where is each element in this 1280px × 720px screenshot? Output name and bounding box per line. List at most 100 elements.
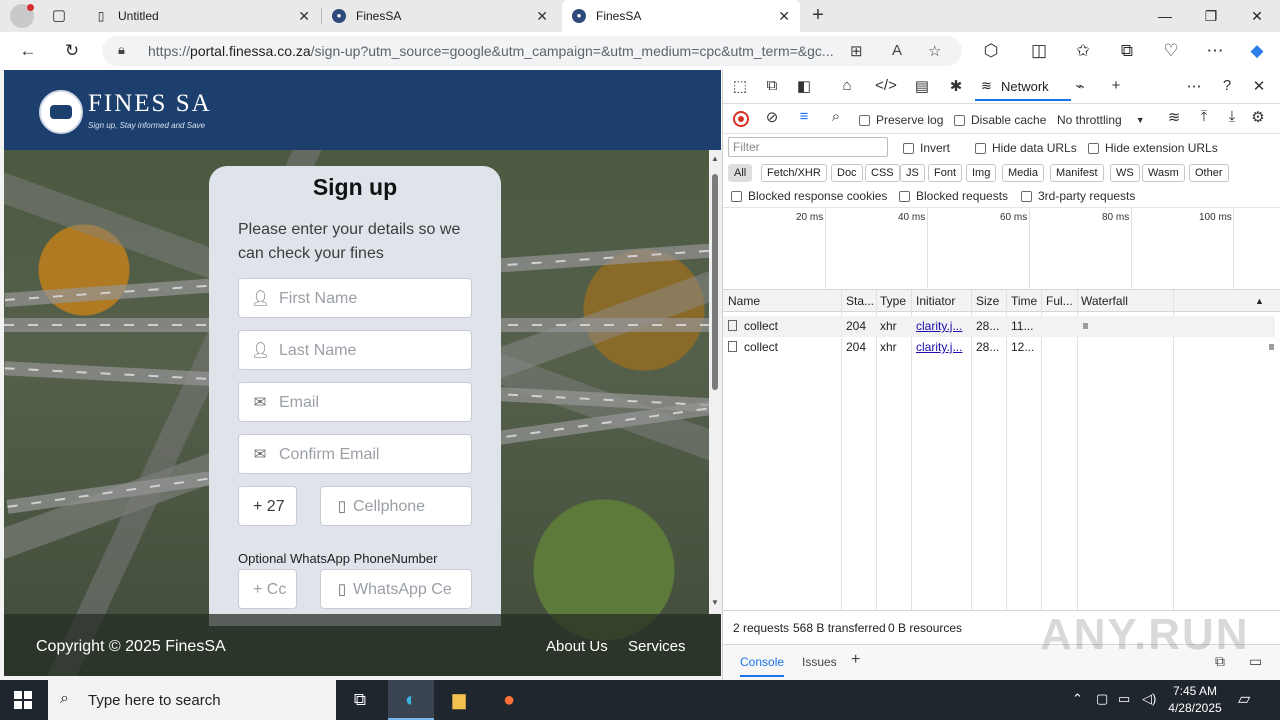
type-filter-wasm[interactable]: Wasm <box>1142 164 1185 182</box>
tab-actions-icon[interactable]: ▢ <box>48 6 70 26</box>
export-har-icon[interactable]: ⤓ <box>1221 108 1243 125</box>
tray-network-icon[interactable]: ▭ <box>1118 691 1130 707</box>
blocked-cookies-checkbox[interactable]: Blocked response cookies <box>731 189 887 203</box>
browser-essentials-icon[interactable]: ♡ <box>1158 39 1184 63</box>
site-logo-icon[interactable] <box>39 90 83 134</box>
address-bar[interactable]: 🔒︎ https://portal.finessa.co.za/sign-up?… <box>102 36 962 66</box>
more-options-icon[interactable]: ⋯ <box>1183 77 1205 95</box>
network-conditions-icon[interactable]: ≋ <box>1163 108 1185 126</box>
last-name-field[interactable]: 👤︎ Last Name <box>238 330 472 370</box>
collections-icon[interactable]: ⧉ <box>1114 39 1140 63</box>
url-text[interactable]: https://portal.finessa.co.za/sign-up?utm… <box>148 43 838 59</box>
close-icon[interactable]: ✕ <box>298 8 310 25</box>
type-filter-other[interactable]: Other <box>1189 164 1229 182</box>
notifications-icon[interactable]: ▱ <box>1238 689 1250 709</box>
taskbar-clock[interactable]: 7:45 AM 4/28/2025 <box>1160 683 1230 717</box>
type-filter-ws[interactable]: WS <box>1110 164 1140 182</box>
scroll-thumb[interactable] <box>712 174 718 390</box>
hide-data-urls-checkbox[interactable]: Hide data URLs <box>975 141 1077 155</box>
search-icon[interactable]: ⌕ <box>825 108 847 125</box>
lock-icon[interactable]: 🔒︎ <box>118 42 125 58</box>
edge-browser-icon[interactable]: ◐ <box>399 688 423 712</box>
back-arrow-icon[interactable]: ← <box>15 39 41 63</box>
footer-link-services[interactable]: Services <box>628 638 686 655</box>
preserve-log-checkbox[interactable]: Preserve log <box>859 113 943 127</box>
type-filter-fetch-xhr[interactable]: Fetch/XHR <box>761 164 827 182</box>
country-code-field[interactable]: + 27 <box>238 486 297 526</box>
hide-extension-urls-checkbox[interactable]: Hide extension URLs <box>1088 141 1218 155</box>
whatsapp-number-field[interactable]: ▯ WhatsApp Ce <box>320 569 472 609</box>
column-header-type[interactable]: Type <box>880 294 906 308</box>
new-tab-button[interactable]: + <box>806 4 830 28</box>
type-filter-js[interactable]: JS <box>900 164 925 182</box>
filter-input[interactable]: Filter <box>728 137 888 157</box>
tray-volume-icon[interactable]: ◁) <box>1142 691 1156 707</box>
invert-checkbox[interactable]: Invert <box>903 141 950 155</box>
device-emulation-icon[interactable]: ⧉ <box>761 77 783 94</box>
close-icon[interactable]: ✕ <box>536 8 548 25</box>
email-field[interactable]: ✉ Email <box>238 382 472 422</box>
dock-side-icon[interactable]: ◧ <box>793 77 815 95</box>
profile-avatar[interactable] <box>10 4 34 28</box>
network-settings-gear-icon[interactable]: ⚙ <box>1247 108 1269 126</box>
throttling-select[interactable]: No throttling ▼ <box>1057 113 1145 127</box>
table-row[interactable]: collect 204 xhr clarity.j... 28... 12... <box>723 337 1275 358</box>
blocked-requests-checkbox[interactable]: Blocked requests <box>899 189 1008 203</box>
sort-arrow-icon[interactable]: ▲ <box>1255 296 1264 306</box>
confirm-email-field[interactable]: ✉ Confirm Email <box>238 434 472 474</box>
tab-console[interactable]: Console <box>740 655 785 677</box>
tab-finessa-1[interactable]: ● FinesSA ✕ <box>322 0 558 32</box>
performance-icon[interactable]: ⌁ <box>1069 77 1091 95</box>
split-screen-icon[interactable]: ◫ <box>1026 39 1052 63</box>
page-scrollbar[interactable]: ▲ ▼ <box>709 150 721 614</box>
tab-network[interactable]: ≋ Network <box>975 73 1071 101</box>
site-logo-text[interactable]: FINES SA <box>88 90 212 118</box>
table-row[interactable]: collect 204 xhr clarity.j... 28... 11... <box>723 316 1275 337</box>
welcome-home-icon[interactable]: ⌂ <box>836 77 858 94</box>
refresh-icon[interactable]: ↻ <box>59 39 85 63</box>
cellphone-field[interactable]: ▯ Cellphone <box>320 486 472 526</box>
column-header-fulfilled[interactable]: Ful... <box>1046 294 1073 308</box>
whatsapp-country-code-field[interactable]: + Cc <box>238 569 297 609</box>
extensions-icon[interactable]: ⬡ <box>978 39 1004 63</box>
tab-untitled[interactable]: ▯ Untitled ✕ <box>84 0 320 32</box>
tray-chevron-up-icon[interactable]: ⌃ <box>1072 691 1083 707</box>
drawer-close-icon[interactable]: ▭ <box>1249 653 1262 670</box>
add-drawer-tab-plus-icon[interactable]: + <box>851 651 860 669</box>
sources-bug-icon[interactable]: ✱ <box>945 77 967 95</box>
minimize-button[interactable]: — <box>1142 0 1188 32</box>
elements-icon[interactable]: </> <box>875 77 897 94</box>
file-explorer-icon[interactable]: ▆ <box>447 688 471 712</box>
timeline-overview[interactable]: 20 ms 40 ms 60 ms 80 ms 100 ms <box>723 208 1280 290</box>
type-filter-manifest[interactable]: Manifest <box>1050 164 1104 182</box>
request-initiator-link[interactable]: clarity.j... <box>916 319 962 333</box>
app-available-icon[interactable]: ⊞ <box>850 42 863 60</box>
type-filter-doc[interactable]: Doc <box>831 164 863 182</box>
disable-cache-checkbox[interactable]: Disable cache <box>954 113 1046 127</box>
clear-icon[interactable]: ⊘ <box>761 108 783 126</box>
first-name-field[interactable]: 👤︎ First Name <box>238 278 472 318</box>
column-header-initiator[interactable]: Initiator <box>916 294 955 308</box>
tray-device-icon[interactable]: ▢ <box>1096 691 1108 707</box>
type-filter-font[interactable]: Font <box>928 164 963 182</box>
scroll-up-icon[interactable]: ▲ <box>711 154 719 163</box>
copilot-icon[interactable]: ◆ <box>1244 39 1270 63</box>
favorite-star-icon[interactable]: ☆ <box>928 42 941 60</box>
restore-button[interactable]: ❐ <box>1188 0 1234 32</box>
help-icon[interactable]: ? <box>1216 77 1238 94</box>
column-header-time[interactable]: Time <box>1011 294 1037 308</box>
taskbar-search-box[interactable]: ⌕ Type here to search <box>48 680 336 720</box>
column-header-status[interactable]: Sta... <box>846 294 874 308</box>
column-header-name[interactable]: Name <box>728 294 760 308</box>
request-initiator-link[interactable]: clarity.j... <box>916 340 962 354</box>
favorites-icon[interactable]: ✩ <box>1070 39 1096 63</box>
tab-issues[interactable]: Issues <box>802 655 837 669</box>
type-filter-img[interactable]: Img <box>966 164 997 182</box>
firefox-icon[interactable]: ● <box>497 688 521 712</box>
filter-icon[interactable]: ≡ <box>793 108 815 125</box>
task-view-icon[interactable]: ⧉ <box>348 688 372 712</box>
inspect-element-icon[interactable]: ⬚ <box>729 77 751 95</box>
tab-finessa-2[interactable]: ● FinesSA ✕ <box>562 0 800 32</box>
import-har-icon[interactable]: ⤒ <box>1193 108 1215 125</box>
windows-start-icon[interactable] <box>14 691 32 709</box>
